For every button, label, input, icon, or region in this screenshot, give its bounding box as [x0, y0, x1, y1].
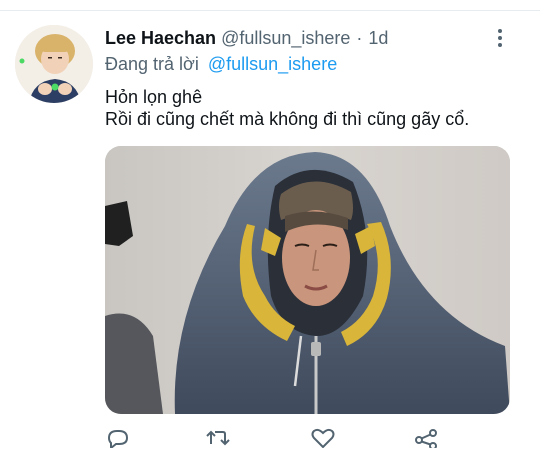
- avatar-image: [15, 25, 93, 103]
- tweet-text: Hỏn lọn ghê Rồi đi cũng chết mà không đi…: [105, 86, 525, 130]
- reply-icon[interactable]: [105, 428, 131, 451]
- share-icon[interactable]: [413, 428, 439, 450]
- tweet-text-line: Rồi đi cũng chết mà không đi thì cũng gã…: [105, 109, 470, 129]
- tweet-header: Lee Haechan @fullsun_ishere · 1d: [105, 28, 388, 50]
- tweet-actions: [105, 428, 445, 451]
- timestamp[interactable]: 1d: [368, 28, 388, 49]
- display-name[interactable]: Lee Haechan: [105, 28, 216, 49]
- tweet-media-photo[interactable]: [105, 146, 510, 414]
- top-divider: [0, 10, 540, 11]
- tweet-text-line: Hỏn lọn ghê: [105, 87, 203, 107]
- reply-prefix: Đang trả lời: [105, 54, 199, 74]
- reply-context: Đang trả lời @fullsun_ishere: [105, 54, 337, 75]
- photo-image: [105, 146, 510, 414]
- user-handle[interactable]: @fullsun_ishere: [221, 28, 350, 49]
- retweet-icon[interactable]: [205, 428, 231, 448]
- heart-icon[interactable]: [310, 428, 336, 449]
- reply-mention-link[interactable]: @fullsun_ishere: [208, 54, 337, 74]
- avatar[interactable]: [15, 25, 93, 103]
- more-vertical-icon[interactable]: [490, 28, 510, 48]
- separator-dot: ·: [356, 28, 363, 48]
